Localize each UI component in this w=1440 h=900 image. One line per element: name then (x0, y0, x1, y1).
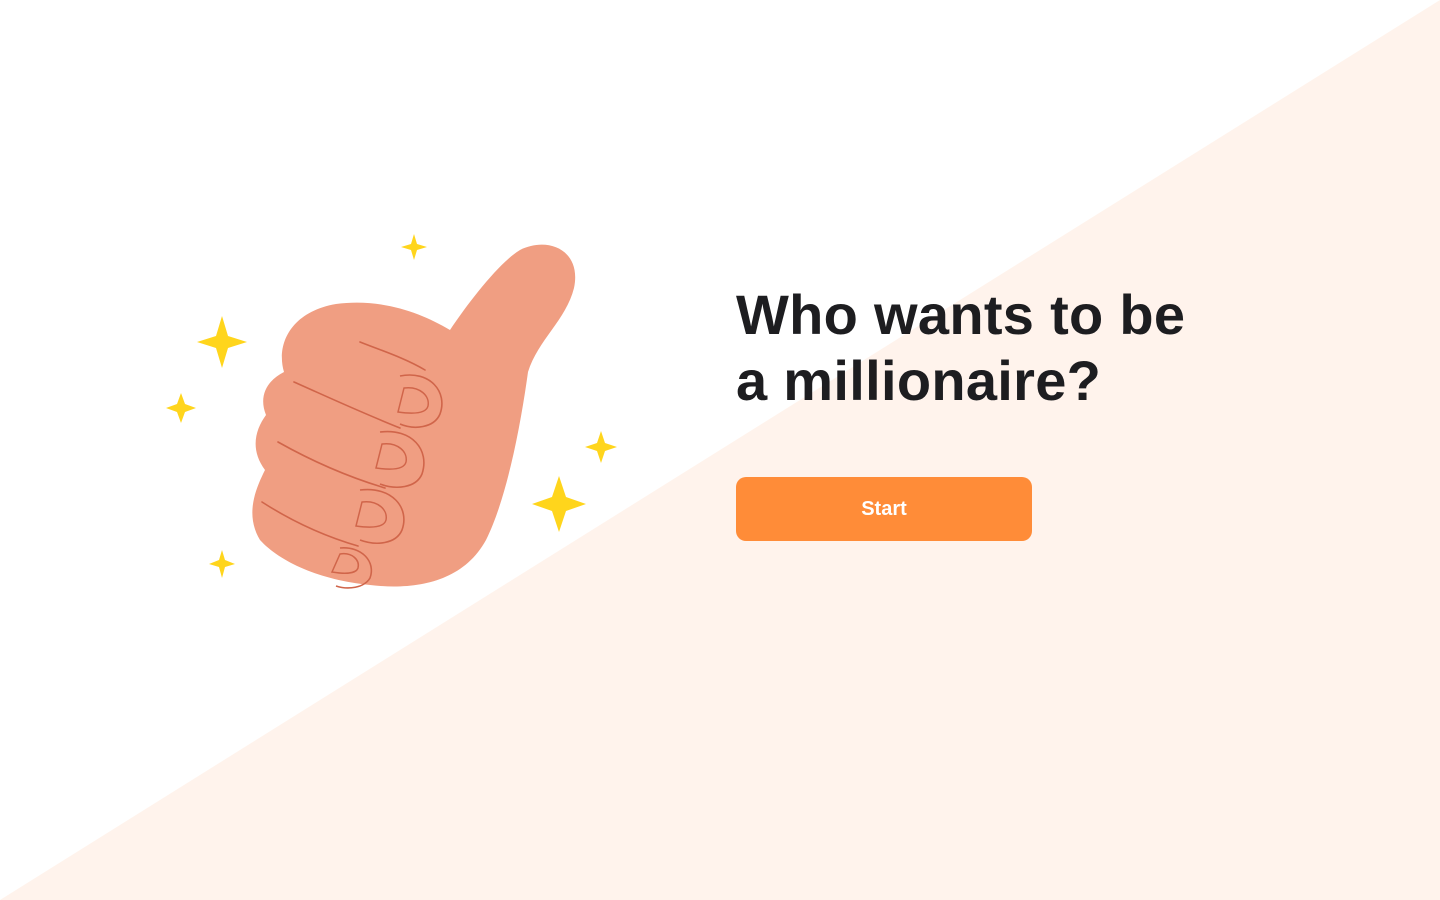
title-line-1: Who wants to be (736, 283, 1186, 346)
start-screen: Who wants to be a millionaire? Start (0, 0, 1440, 900)
sparkle-icon (166, 393, 196, 423)
sparkle-icon (532, 476, 586, 532)
start-button[interactable]: Start (736, 477, 1032, 541)
sparkle-icon (585, 431, 617, 463)
page-title: Who wants to be a millionaire? (736, 282, 1336, 414)
title-line-2: a millionaire? (736, 349, 1102, 412)
sparkle-icon (209, 550, 235, 578)
sparkle-icon (197, 316, 247, 368)
thumbs-up-icon (252, 244, 576, 589)
thumbs-up-illustration (166, 234, 617, 589)
hero-content: Who wants to be a millionaire? Start (736, 282, 1336, 541)
sparkle-icon (401, 234, 427, 260)
